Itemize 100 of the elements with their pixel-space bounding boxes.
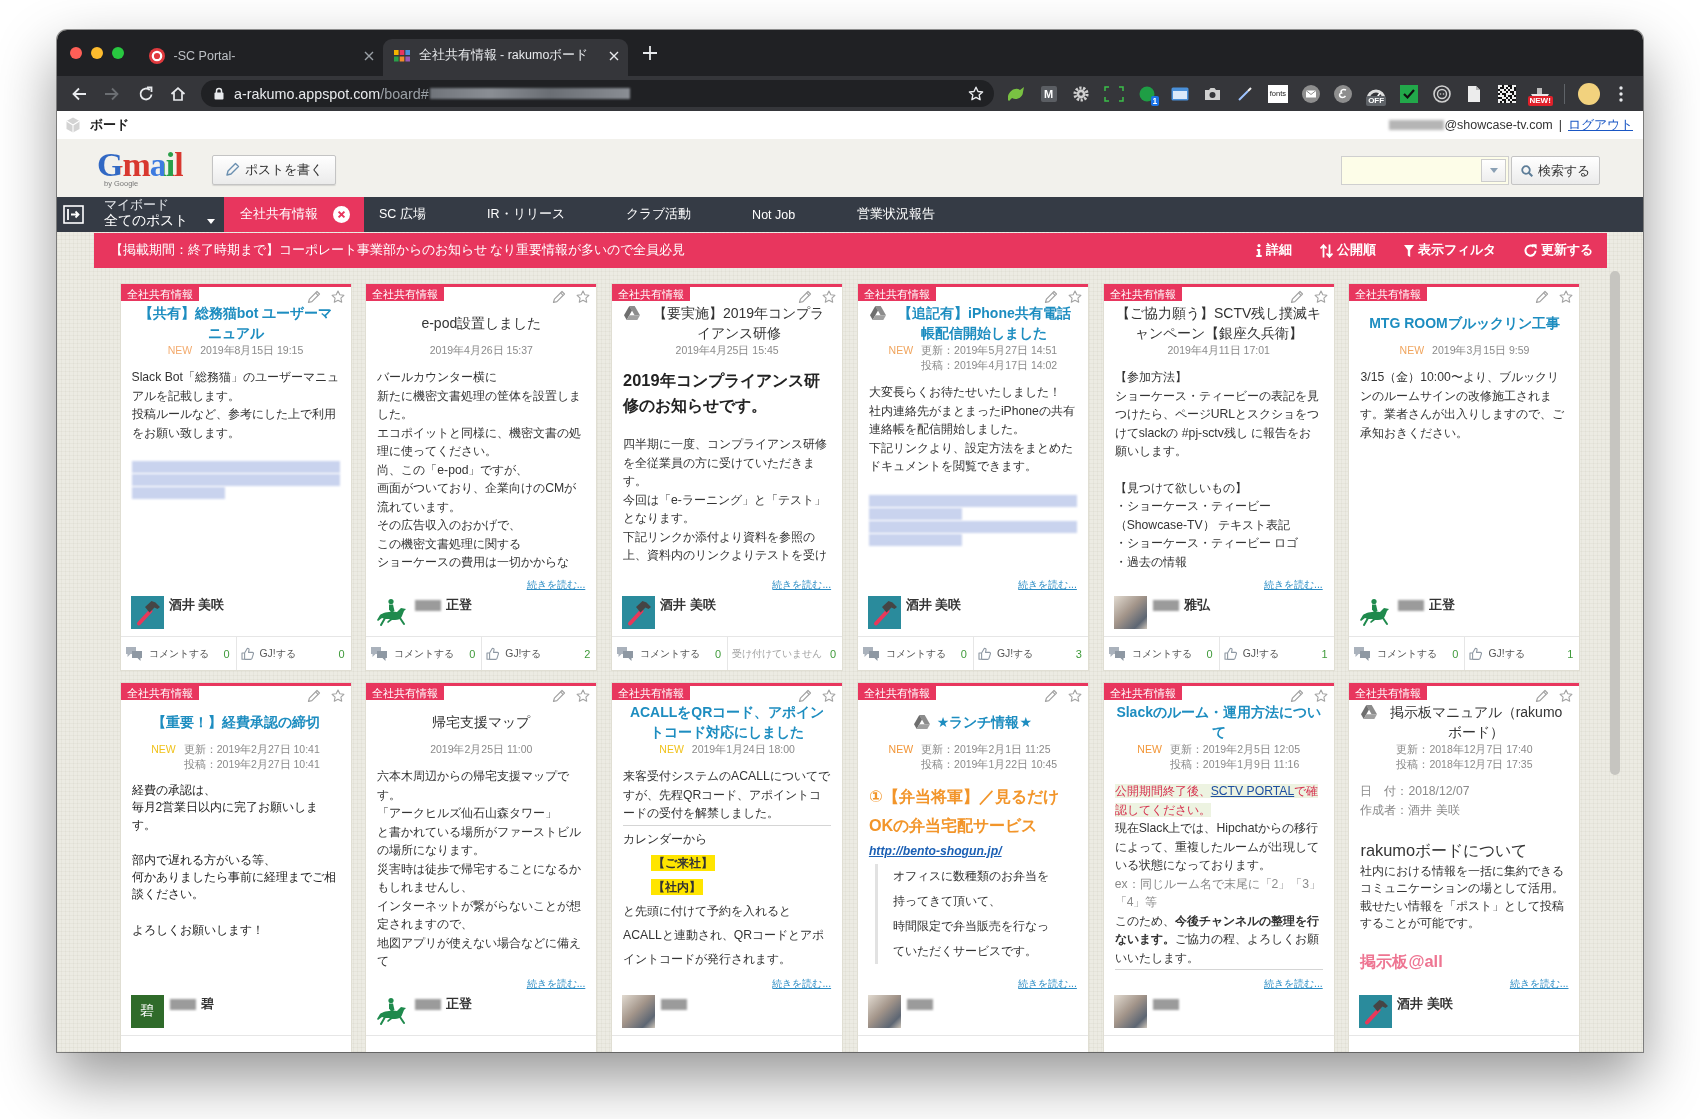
- gj-button[interactable]: GJ!する: [486, 646, 542, 661]
- edit-icon[interactable]: [1043, 689, 1058, 703]
- board-tab[interactable]: SC 広場: [363, 197, 472, 232]
- star-icon[interactable]: [576, 290, 591, 304]
- read-more-link[interactable]: 続きを読む...: [526, 977, 586, 991]
- edit-icon[interactable]: [1289, 290, 1304, 304]
- window-minimize-button[interactable]: [91, 47, 103, 59]
- edit-icon[interactable]: [306, 689, 321, 703]
- qr-code-icon[interactable]: [1498, 84, 1517, 103]
- link[interactable]: http://bento-shogun.jp/: [868, 844, 1002, 858]
- comment-button[interactable]: コメントする: [124, 646, 209, 661]
- board-tab[interactable]: IR・リリース: [471, 197, 611, 232]
- edit-icon[interactable]: [552, 689, 567, 703]
- more-icon[interactable]: [1619, 85, 1624, 102]
- new-tab-icon[interactable]: [642, 46, 657, 60]
- details-button[interactable]: 詳細: [1256, 242, 1292, 259]
- comment-button[interactable]: コメントする: [1107, 646, 1192, 661]
- camera-icon[interactable]: [1203, 86, 1221, 101]
- browser-tab[interactable]: -SC Portal-: [137, 39, 383, 76]
- star-icon[interactable]: [1067, 290, 1082, 304]
- leaf-icon[interactable]: [1005, 85, 1026, 102]
- read-more-link[interactable]: 続きを読む...: [1018, 977, 1077, 991]
- edit-icon[interactable]: [306, 290, 321, 304]
- extension-button[interactable]: M: [1040, 85, 1057, 102]
- star-icon[interactable]: [1313, 290, 1328, 304]
- mail-icon[interactable]: [1301, 84, 1320, 103]
- sidebar-toggle-icon[interactable]: [63, 205, 84, 224]
- read-more-link[interactable]: 続きを読む...: [772, 578, 832, 592]
- star-icon[interactable]: [330, 689, 345, 703]
- post-title[interactable]: e-pod設置しました: [421, 313, 542, 333]
- ring-icon[interactable]: [1432, 84, 1451, 103]
- edit-icon[interactable]: [1289, 689, 1304, 703]
- back-icon[interactable]: [71, 85, 87, 102]
- window-close-button[interactable]: [70, 47, 82, 59]
- post-title[interactable]: Slackのルーム・運用方法について: [1115, 702, 1322, 742]
- post-title[interactable]: 帰宅支援マップ: [432, 712, 531, 732]
- comment-button[interactable]: コメントする: [616, 646, 701, 661]
- board-dropdown[interactable]: 全てのポスト: [103, 212, 215, 230]
- post-title[interactable]: 【ご協力願う】SCTV残し撲滅キャンペーン【銀座久兵衛】: [1115, 303, 1322, 343]
- star-icon[interactable]: [576, 689, 591, 703]
- avatar-icon[interactable]: [1578, 82, 1601, 105]
- gear-icon[interactable]: [1073, 85, 1090, 102]
- swirl-icon[interactable]: [1334, 84, 1353, 103]
- sort-button[interactable]: 公開順: [1320, 242, 1376, 259]
- browser-tab[interactable]: 全社共有情報 - rakumoボード: [382, 39, 628, 76]
- post-title[interactable]: ACALLをQRコード、アポイントコード対応にしました: [624, 702, 831, 742]
- comment-button[interactable]: コメントする: [370, 646, 455, 661]
- post-title[interactable]: ★ランチ情報★: [936, 712, 1032, 732]
- edit-icon[interactable]: [798, 290, 813, 304]
- board-tab[interactable]: 営業状況報告: [841, 197, 981, 232]
- search-field[interactable]: [1340, 156, 1509, 185]
- edit-icon[interactable]: [798, 689, 813, 703]
- edit-icon[interactable]: [1535, 689, 1550, 703]
- filter-button[interactable]: 表示フィルタ: [1404, 242, 1496, 259]
- gj-button[interactable]: GJ!する: [240, 646, 296, 661]
- reload-icon[interactable]: [138, 85, 154, 102]
- window-zoom-button[interactable]: [112, 47, 124, 59]
- scrollbar-thumb[interactable]: [1610, 271, 1621, 775]
- address-field[interactable]: a-rakumo.appspot.com/board#: [201, 80, 994, 107]
- board-tab[interactable]: 全社共有情報: [224, 197, 364, 232]
- frame-corners-icon[interactable]: [1104, 85, 1125, 102]
- board-tab[interactable]: Not Job: [736, 197, 842, 232]
- star-icon[interactable]: [968, 85, 984, 102]
- search-dropdown-button[interactable]: [1481, 159, 1506, 182]
- document-icon[interactable]: [1466, 84, 1483, 103]
- refresh-button[interactable]: 更新する: [1524, 242, 1593, 259]
- read-more-link[interactable]: 続きを読む...: [1509, 977, 1569, 991]
- post-title[interactable]: 【追記有】iPhone共有電話帳配信開始しました: [892, 303, 1076, 343]
- read-more-link[interactable]: 続きを読む...: [1264, 578, 1323, 592]
- star-icon[interactable]: [1559, 290, 1574, 304]
- star-icon[interactable]: [330, 290, 345, 304]
- logout-link[interactable]: ログアウト: [1568, 116, 1633, 134]
- gj-button[interactable]: GJ!する: [1223, 646, 1279, 661]
- post-title[interactable]: 【共有】総務猫bot ユーザーマニュアル: [132, 303, 339, 343]
- compose-button[interactable]: ポストを書く: [211, 154, 336, 186]
- post-title[interactable]: MTG ROOMブルックリン工事: [1369, 313, 1560, 333]
- post-title[interactable]: 【要実施】2019年コンプライアンス研修: [647, 303, 831, 343]
- gj-button[interactable]: GJ!する: [1469, 646, 1525, 661]
- checkbox-icon[interactable]: [1399, 84, 1418, 103]
- star-icon[interactable]: [1559, 689, 1574, 703]
- home-icon[interactable]: [170, 85, 186, 102]
- edit-icon[interactable]: [552, 290, 567, 304]
- post-title[interactable]: 【重要！】経費承認の締切: [151, 712, 320, 732]
- board-tab[interactable]: クラブ活動: [610, 197, 737, 232]
- portal-link[interactable]: SCTV PORTAL: [1210, 784, 1295, 798]
- window-icon[interactable]: [1170, 86, 1189, 101]
- search-button[interactable]: 検索する: [1510, 156, 1600, 185]
- read-more-link[interactable]: 続きを読む...: [526, 578, 586, 592]
- comment-button[interactable]: コメントする: [861, 646, 946, 661]
- read-more-link[interactable]: 続きを読む...: [1264, 977, 1323, 991]
- close-icon[interactable]: [363, 50, 374, 61]
- circle-icon[interactable]: [1138, 85, 1155, 102]
- edit-icon[interactable]: [1535, 290, 1550, 304]
- gj-button[interactable]: GJ!する: [977, 646, 1034, 661]
- read-more-link[interactable]: 続きを読む...: [772, 977, 832, 991]
- read-more-link[interactable]: 続きを読む...: [1018, 578, 1077, 592]
- star-icon[interactable]: [822, 290, 837, 304]
- comment-button[interactable]: コメントする: [1353, 646, 1438, 661]
- star-icon[interactable]: [1067, 689, 1082, 703]
- star-icon[interactable]: [1313, 689, 1328, 703]
